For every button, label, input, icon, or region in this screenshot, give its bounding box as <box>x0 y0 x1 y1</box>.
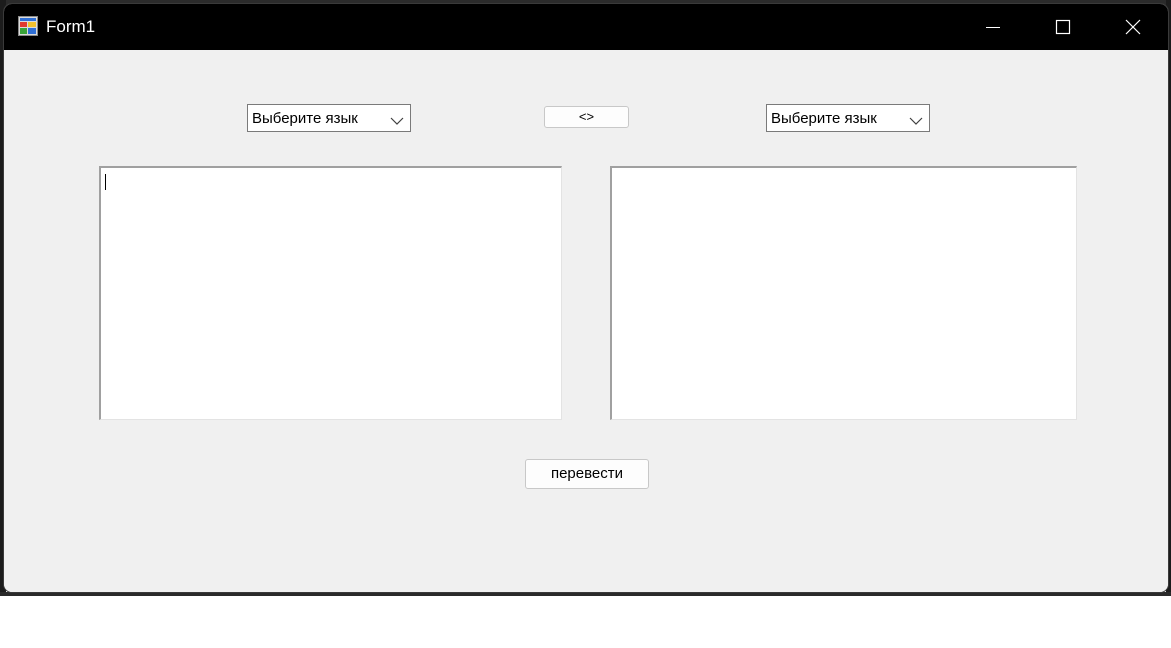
source-language-select[interactable]: Выберите язык <box>247 104 411 132</box>
source-language-value: Выберите язык <box>252 110 358 127</box>
close-icon <box>1125 19 1141 35</box>
target-language-value: Выберите язык <box>771 110 877 127</box>
minimize-icon <box>985 19 1001 35</box>
close-button[interactable] <box>1098 4 1168 50</box>
app-icon <box>18 16 38 36</box>
screen: Form1 Выберите язык <> Выберите язык пер… <box>0 0 1171 648</box>
title-bar[interactable]: Form1 <box>4 4 1168 50</box>
target-language-select[interactable]: Выберите язык <box>766 104 930 132</box>
swap-languages-button[interactable]: <> <box>544 106 629 128</box>
maximize-icon <box>1055 19 1071 35</box>
chevron-down-icon <box>390 113 404 125</box>
minimize-button[interactable] <box>958 4 1028 50</box>
form-client-area: Выберите язык <> Выберите язык перевести <box>4 50 1168 592</box>
desktop-background-bottom <box>0 592 1171 596</box>
form-window: Form1 Выберите язык <> Выберите язык пер… <box>4 4 1168 592</box>
translate-button[interactable]: перевести <box>525 459 649 489</box>
chevron-down-icon <box>909 113 923 125</box>
source-text-input[interactable] <box>99 166 562 420</box>
window-title: Form1 <box>46 17 96 36</box>
translated-text-output[interactable] <box>610 166 1077 420</box>
text-caret <box>105 174 106 190</box>
maximize-button[interactable] <box>1028 4 1098 50</box>
